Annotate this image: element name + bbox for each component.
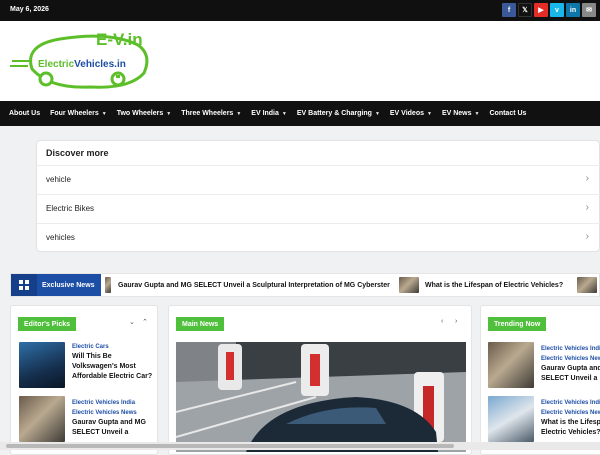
ticker-thumbnail (399, 277, 419, 293)
article-thumbnail (19, 342, 65, 388)
linkedin-icon[interactable]: in (566, 3, 580, 17)
chevron-down-icon[interactable]: ⌄ (129, 318, 135, 326)
horizontal-scrollbar[interactable] (0, 442, 600, 450)
discover-item[interactable]: vehicles › (37, 223, 600, 251)
nav-ev-battery-charging[interactable]: EV Battery & Charging ▼ (292, 110, 385, 117)
article-category[interactable]: Electric Vehicles India (72, 398, 157, 408)
nav-contact-us[interactable]: Contact Us (484, 110, 531, 117)
svg-text:ElectricVehicles.in: ElectricVehicles.in (38, 59, 126, 70)
chevron-down-icon: ▼ (474, 110, 480, 117)
vimeo-icon[interactable]: v (550, 3, 564, 17)
article-category[interactable]: Electric Cars (72, 342, 156, 352)
article-title[interactable]: Gaurav Gupta and MG SELECT Unveil a (72, 418, 157, 438)
article-category[interactable]: Electric Vehicles India (541, 398, 600, 408)
ticker-thumbnail (577, 277, 597, 293)
trending-now-label: Trending Now (488, 317, 547, 331)
editors-picks-panel: Editor's Picks ⌄ ⌃ Electric Cars Will Th… (10, 305, 158, 455)
youtube-icon[interactable]: ▶ (534, 3, 548, 17)
nav-about-us[interactable]: About Us (0, 110, 45, 117)
exclusive-news-badge: Exclusive News (11, 274, 101, 296)
site-logo[interactable]: E-V.in ElectricVehicles.in (10, 25, 160, 95)
article-thumbnail (488, 342, 534, 388)
top-bar: May 6, 2026 f 𝕏 ▶ v in ✉ (0, 0, 600, 21)
discover-item[interactable]: Electric Bikes › (37, 194, 600, 222)
main-news-hero-image[interactable] (176, 342, 466, 452)
logo-top-text: E-V.in (96, 30, 143, 49)
chevron-up-icon[interactable]: ⌃ (142, 318, 148, 326)
chevron-down-icon: ▼ (166, 110, 172, 117)
site-header: E-V.in ElectricVehicles.in (0, 21, 600, 101)
article-category[interactable]: Electric Vehicles India (541, 344, 600, 354)
trending-now-panel: Trending Now Electric Vehicles India Ele… (480, 305, 600, 455)
nav-two-wheelers[interactable]: Two Wheelers ▼ (112, 110, 177, 117)
logo-text-electric: Electric (38, 59, 75, 70)
scrollbar-thumb[interactable] (6, 444, 454, 448)
ticker-thumbnail (105, 277, 111, 293)
email-icon[interactable]: ✉ (582, 3, 596, 17)
nav-three-wheelers[interactable]: Three Wheelers ▼ (176, 110, 246, 117)
current-date: May 6, 2026 (10, 6, 49, 13)
chevron-down-icon: ▼ (281, 110, 287, 117)
main-navigation: About Us Four Wheelers ▼ Two Wheelers ▼ Th… (0, 101, 600, 126)
grid-icon (11, 274, 37, 296)
chevron-right-icon: › (585, 231, 589, 242)
article-thumbnail (488, 396, 534, 442)
exclusive-news-ticker: Exclusive News Gaurav Gupta and MG SELEC… (10, 273, 600, 297)
nav-ev-news[interactable]: EV News ▼ (437, 110, 485, 117)
chevron-down-icon: ▼ (374, 110, 380, 117)
logo-text-vehicles: Vehicles.in (74, 59, 126, 70)
chevron-right-icon[interactable]: › (455, 318, 457, 325)
article-title[interactable]: Gaurav Gupta and MG SELECT Unveil a (541, 364, 600, 384)
ticker-item[interactable]: Gaurav Gupta and MG SELECT Unveil a Scul… (105, 274, 390, 296)
discover-more-box: Discover more vehicle › Electric Bikes › v… (36, 140, 600, 252)
article-category[interactable]: Electric Vehicles News (541, 408, 600, 418)
nav-ev-india[interactable]: EV India ▼ (246, 110, 292, 117)
social-links: f 𝕏 ▶ v in ✉ (502, 3, 596, 17)
main-news-label: Main News (176, 317, 225, 331)
x-twitter-icon[interactable]: 𝕏 (518, 3, 532, 17)
chevron-left-icon[interactable]: ‹ (441, 318, 443, 325)
article-title[interactable]: What is the Lifespan of Electric Vehicle… (541, 418, 600, 438)
chevron-right-icon: › (585, 202, 589, 213)
chevron-down-icon: ▼ (101, 110, 107, 117)
main-news-panel: Main News ‹ › (168, 305, 472, 455)
logo-graphic: E-V.in ElectricVehicles.in (10, 30, 149, 89)
article-thumbnail (19, 396, 65, 442)
chevron-right-icon: › (585, 173, 589, 184)
discover-title: Discover more (46, 148, 109, 158)
article-category[interactable]: Electric Vehicles News (541, 354, 600, 364)
chevron-down-icon: ▼ (427, 110, 432, 117)
ticker-item[interactable]: What is the Lifespan of Electric Vehicle… (399, 274, 563, 296)
chevron-down-icon: ▼ (236, 110, 242, 117)
editors-picks-label: Editor's Picks (18, 317, 77, 331)
article-title[interactable]: Will This Be Volkswagen's Most Affordabl… (72, 352, 156, 382)
nav-four-wheelers[interactable]: Four Wheelers ▼ (45, 110, 112, 117)
facebook-icon[interactable]: f (502, 3, 516, 17)
article-category[interactable]: Electric Vehicles News (72, 408, 157, 418)
nav-ev-videos[interactable]: EV Videos ▼ (385, 110, 437, 117)
discover-item[interactable]: vehicle › (37, 165, 600, 193)
